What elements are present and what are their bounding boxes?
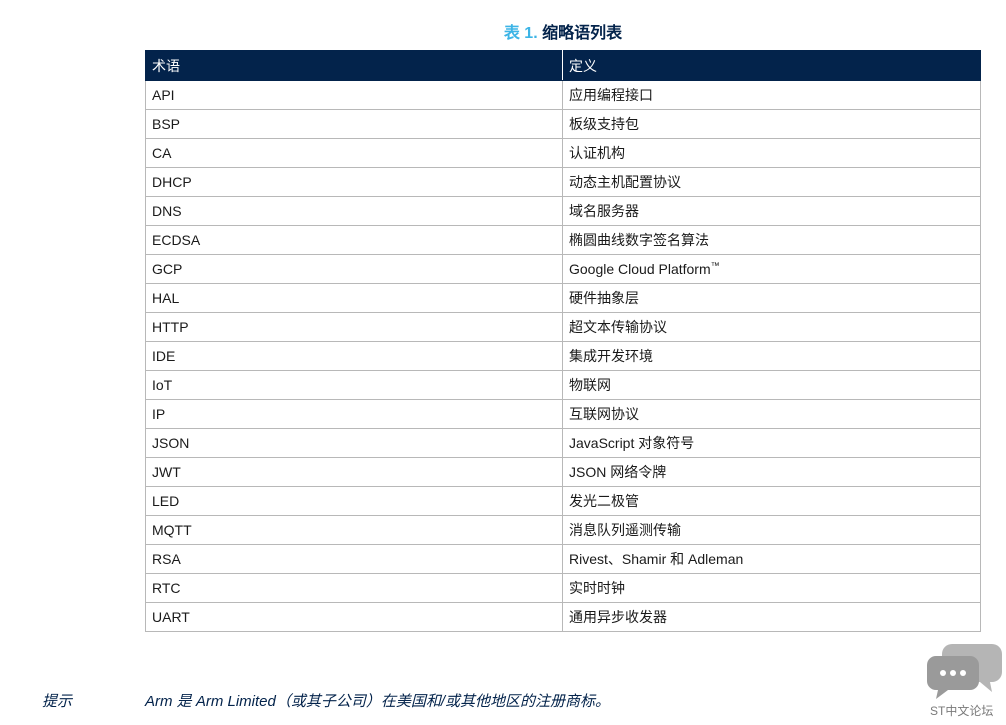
definition-text: 通用异步收发器 — [569, 609, 667, 625]
definition-text: 椭圆曲线数字签名算法 — [569, 232, 709, 248]
definition-text: 认证机构 — [569, 145, 625, 161]
term-cell: HAL — [145, 283, 563, 313]
definition-text: 板级支持包 — [569, 116, 639, 132]
term-cell: DHCP — [145, 167, 563, 197]
definition-cell: JavaScript 对象符号 — [562, 428, 981, 458]
term-cell: RTC — [145, 573, 563, 603]
table-row: CA 认证机构 — [145, 138, 981, 168]
definition-text: 超文本传输协议 — [569, 319, 667, 335]
table-row: JSON JavaScript 对象符号 — [145, 428, 981, 458]
term-cell: JWT — [145, 457, 563, 487]
definition-text: 实时时钟 — [569, 580, 625, 596]
table-row: IoT 物联网 — [145, 370, 981, 400]
definition-cell: Rivest、Shamir 和 Adleman — [562, 544, 981, 574]
term-cell: API — [145, 80, 563, 110]
table-row: HTTP 超文本传输协议 — [145, 312, 981, 342]
chat-bubbles-icon — [927, 644, 1002, 699]
term-cell: RSA — [145, 544, 563, 574]
table-row: RTC 实时时钟 — [145, 573, 981, 603]
definition-text: 发光二极管 — [569, 493, 639, 509]
definition-text: Rivest、Shamir 和 Adleman — [569, 551, 744, 567]
definition-cell: JSON 网络令牌 — [562, 457, 981, 487]
definition-text: Google Cloud Platform — [569, 261, 711, 277]
table-header-row: 术语 定义 — [145, 50, 981, 81]
header-definition: 定义 — [562, 50, 981, 81]
definition-text: JSON 网络令牌 — [569, 464, 667, 480]
definition-cell: 发光二极管 — [562, 486, 981, 516]
table-row: HAL 硬件抽象层 — [145, 283, 981, 313]
definition-text: 互联网协议 — [569, 406, 639, 422]
table-row: MQTT 消息队列遥测传输 — [145, 515, 981, 545]
definition-cell: 超文本传输协议 — [562, 312, 981, 342]
term-cell: HTTP — [145, 312, 563, 342]
watermark-text: ST中文论坛 — [930, 704, 994, 718]
forum-watermark: ST中文论坛 — [922, 640, 1006, 725]
trademark-mark: ™ — [710, 260, 720, 271]
header-term: 术语 — [145, 50, 563, 81]
note-text: Arm 是 Arm Limited（或其子公司）在美国和/或其他地区的注册商标。 — [145, 693, 611, 710]
definition-cell: 消息队列遥测传输 — [562, 515, 981, 545]
definition-cell: 实时时钟 — [562, 573, 981, 603]
table-row: API 应用编程接口 — [145, 80, 981, 110]
definition-cell: 通用异步收发器 — [562, 602, 981, 632]
table-body: API 应用编程接口 BSP 板级支持包 CA 认证机构 DHCP 动态主机配置协议 DNS 域名… — [145, 80, 981, 632]
definition-cell: 域名服务器 — [562, 196, 981, 226]
definition-text: JavaScript 对象符号 — [569, 435, 695, 451]
term-cell: CA — [145, 138, 563, 168]
table-caption-title: 缩略语列表 — [542, 25, 623, 42]
term-cell: DNS — [145, 196, 563, 226]
table-row: IDE 集成开发环境 — [145, 341, 981, 371]
term-cell: MQTT — [145, 515, 563, 545]
definition-text: 物联网 — [569, 377, 611, 393]
abbreviation-table: 术语 定义 API 应用编程接口 BSP 板级支持包 CA 认证机构 DHCP 动态主机配置协… — [145, 50, 981, 632]
definition-cell: 物联网 — [562, 370, 981, 400]
term-cell: IoT — [145, 370, 563, 400]
definition-cell: 动态主机配置协议 — [562, 167, 981, 197]
table-row: DNS 域名服务器 — [145, 196, 981, 226]
term-cell: GCP — [145, 254, 563, 284]
table-row: JWT JSON 网络令牌 — [145, 457, 981, 487]
table-row: RSA Rivest、Shamir 和 Adleman — [145, 544, 981, 574]
term-cell: IP — [145, 399, 563, 429]
table-caption: 表 1. 缩略语列表 — [0, 19, 1006, 43]
definition-cell: 椭圆曲线数字签名算法 — [562, 225, 981, 255]
table-caption-number: 表 1. — [503, 25, 538, 42]
definition-text: 域名服务器 — [569, 203, 639, 219]
term-cell: BSP — [145, 109, 563, 139]
definition-text: 应用编程接口 — [569, 87, 653, 103]
table-row: LED 发光二极管 — [145, 486, 981, 516]
definition-cell: 板级支持包 — [562, 109, 981, 139]
definition-cell: 硬件抽象层 — [562, 283, 981, 313]
table-row: GCP Google Cloud Platform™ — [145, 254, 981, 284]
term-cell: UART — [145, 602, 563, 632]
term-cell: ECDSA — [145, 225, 563, 255]
definition-cell: 互联网协议 — [562, 399, 981, 429]
definition-text: 集成开发环境 — [569, 348, 653, 364]
table-row: UART 通用异步收发器 — [145, 602, 981, 632]
table-row: ECDSA 椭圆曲线数字签名算法 — [145, 225, 981, 255]
definition-cell: 认证机构 — [562, 138, 981, 168]
term-cell: LED — [145, 486, 563, 516]
table-row: IP 互联网协议 — [145, 399, 981, 429]
term-cell: IDE — [145, 341, 563, 371]
definition-text: 消息队列遥测传输 — [569, 522, 681, 538]
definition-text: 动态主机配置协议 — [569, 174, 681, 190]
definition-cell: 应用编程接口 — [562, 80, 981, 110]
definition-cell: Google Cloud Platform™ — [562, 254, 981, 284]
table-row: BSP 板级支持包 — [145, 109, 981, 139]
term-cell: JSON — [145, 428, 563, 458]
note-label: 提示 — [42, 693, 73, 710]
table-row: DHCP 动态主机配置协议 — [145, 167, 981, 197]
definition-text: 硬件抽象层 — [569, 290, 639, 306]
definition-cell: 集成开发环境 — [562, 341, 981, 371]
